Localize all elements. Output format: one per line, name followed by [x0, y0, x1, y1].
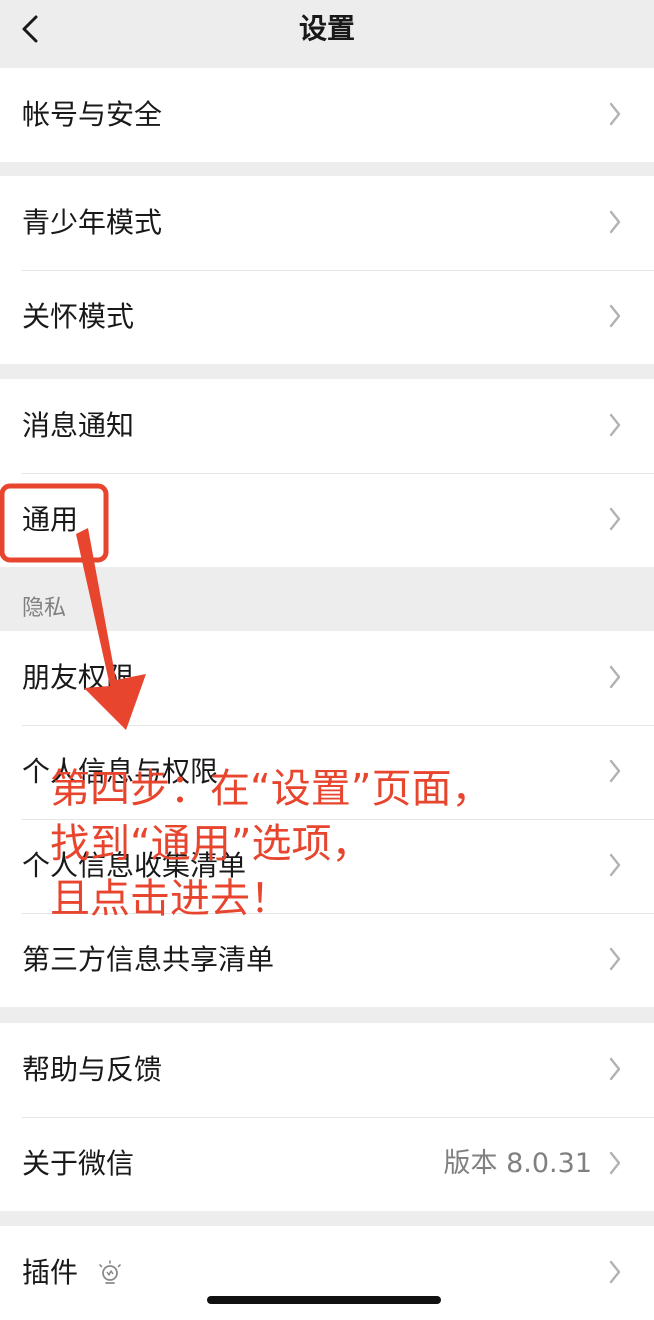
settings-item-friend-permissions[interactable]: 朋友权限	[0, 631, 654, 725]
chevron-right-icon	[609, 413, 621, 437]
lightbulb-icon	[99, 1260, 121, 1284]
settings-item-label: 青少年模式	[22, 206, 163, 239]
settings-item-account-security[interactable]: 帐号与安全	[0, 68, 654, 162]
chevron-right-icon	[609, 507, 621, 531]
settings-item-label: 帐号与安全	[22, 98, 163, 131]
settings-item-care-mode[interactable]: 关怀模式	[0, 270, 654, 364]
settings-item-general[interactable]: 通用	[0, 473, 654, 567]
chevron-right-icon	[609, 1260, 621, 1284]
settings-item-label: 消息通知	[22, 409, 135, 442]
chevron-right-icon	[609, 102, 621, 126]
settings-item-label: 关怀模式	[22, 300, 135, 333]
settings-item-label: 第三方信息共享清单	[22, 943, 275, 976]
settings-item-about-wechat[interactable]: 关于微信 版本 8.0.31	[0, 1117, 654, 1211]
annotation-line: 找到“通用”选项，	[50, 821, 372, 867]
settings-group-account: 帐号与安全	[0, 68, 654, 162]
section-label-privacy: 隐私	[22, 596, 67, 621]
settings-group-help: 帮助与反馈 关于微信 版本 8.0.31	[0, 1023, 654, 1211]
home-indicator	[207, 1296, 441, 1304]
settings-group-plugins: 插件	[0, 1226, 654, 1320]
chevron-right-icon	[609, 759, 621, 783]
settings-group-notifications: 消息通知 通用	[0, 379, 654, 567]
settings-item-label: 插件	[22, 1256, 79, 1289]
chevron-right-icon	[609, 304, 621, 328]
settings-item-label: 帮助与反馈	[22, 1053, 163, 1086]
settings-item-teen-mode[interactable]: 青少年模式	[0, 176, 654, 270]
annotation-line: 且点击进去！	[50, 876, 290, 922]
chevron-right-icon	[609, 947, 621, 971]
version-text: 版本 8.0.31	[443, 1148, 592, 1179]
chevron-right-icon	[609, 1057, 621, 1081]
chevron-right-icon	[609, 1151, 621, 1175]
chevron-right-icon	[609, 665, 621, 689]
annotation-line: 第四步：在“设置”页面，	[50, 766, 492, 812]
divider	[22, 473, 654, 474]
settings-item-label: 朋友权限	[22, 661, 135, 694]
settings-item-notifications[interactable]: 消息通知	[0, 379, 654, 473]
chevron-right-icon	[609, 210, 621, 234]
settings-group-modes: 青少年模式 关怀模式	[0, 176, 654, 364]
settings-item-label: 通用	[22, 503, 79, 536]
settings-item-third-party-sharing[interactable]: 第三方信息共享清单	[0, 913, 654, 1007]
settings-item-help-feedback[interactable]: 帮助与反馈	[0, 1023, 654, 1117]
nav-bar: 设置	[0, 0, 654, 68]
chevron-right-icon	[609, 853, 621, 877]
settings-item-plugins[interactable]: 插件	[0, 1226, 654, 1320]
page-title: 设置	[298, 12, 355, 45]
settings-item-label: 关于微信	[22, 1147, 135, 1180]
tutorial-annotation: 第四步：在“设置”页面， 找到“通用”选项， 且点击进去！	[50, 762, 491, 927]
